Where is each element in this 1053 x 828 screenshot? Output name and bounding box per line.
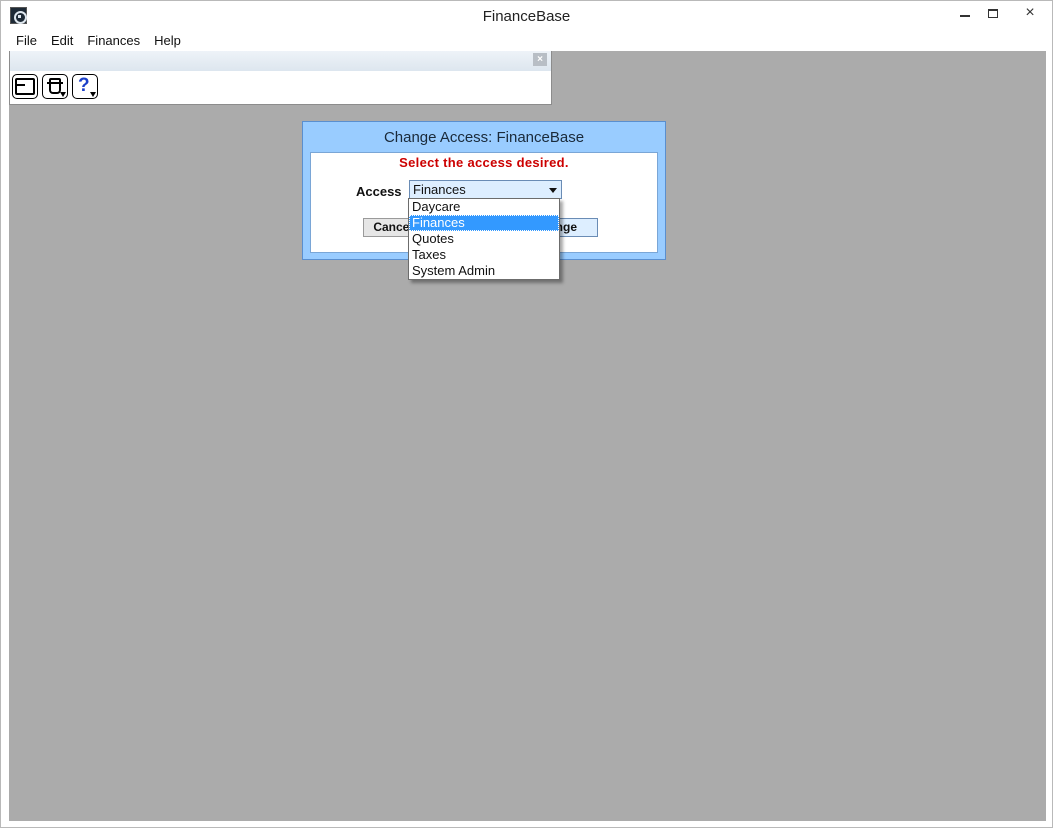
title-bar[interactable]: FinanceBase × (1, 1, 1052, 31)
dropdown-option-system-admin[interactable]: System Admin (409, 263, 559, 279)
dropdown-option-daycare[interactable]: Daycare (409, 199, 559, 215)
access-label: Access (356, 184, 402, 199)
dropdown-option-quotes[interactable]: Quotes (409, 231, 559, 247)
window-icon (15, 78, 35, 95)
trash-button[interactable] (42, 74, 68, 99)
chevron-down-icon (60, 92, 66, 97)
access-dropdown-list: Daycare Finances Quotes Taxes System Adm… (408, 198, 560, 280)
dialog-title: Change Access: FinanceBase (383, 129, 585, 146)
chevron-down-icon (90, 92, 96, 97)
access-select[interactable]: Finances (409, 180, 562, 199)
close-icon: × (1025, 4, 1035, 21)
menu-edit[interactable]: Edit (44, 31, 80, 51)
minimize-button[interactable] (950, 1, 980, 25)
toolbar-close-button[interactable]: × (533, 53, 547, 66)
menu-finances[interactable]: Finances (80, 31, 147, 51)
menu-bar: File Edit Finances Help (9, 31, 1046, 51)
access-select-value: Finances (413, 182, 466, 197)
window-title: FinanceBase (482, 8, 571, 25)
close-button[interactable]: × (1008, 1, 1052, 25)
app-window: FinanceBase × File Edit Finances Help × … (0, 0, 1053, 828)
chevron-down-icon[interactable] (549, 188, 557, 193)
help-icon: ? (78, 75, 90, 96)
maximize-icon (988, 8, 998, 18)
menu-file[interactable]: File (9, 31, 44, 51)
menu-help[interactable]: Help (147, 31, 188, 51)
window-button[interactable] (12, 74, 38, 99)
toolbar-caption[interactable]: × (10, 51, 551, 71)
dropdown-option-finances[interactable]: Finances (409, 215, 559, 231)
mdi-workspace: × ? Change Access: FinanceBase Select th… (9, 51, 1046, 821)
maximize-button[interactable] (978, 1, 1008, 25)
toolbar-panel: × ? (9, 51, 552, 105)
dialog-message: Select the access desired. (399, 155, 569, 170)
dropdown-option-taxes[interactable]: Taxes (409, 247, 559, 263)
help-button[interactable]: ? (72, 74, 98, 99)
minimize-icon (960, 15, 970, 17)
